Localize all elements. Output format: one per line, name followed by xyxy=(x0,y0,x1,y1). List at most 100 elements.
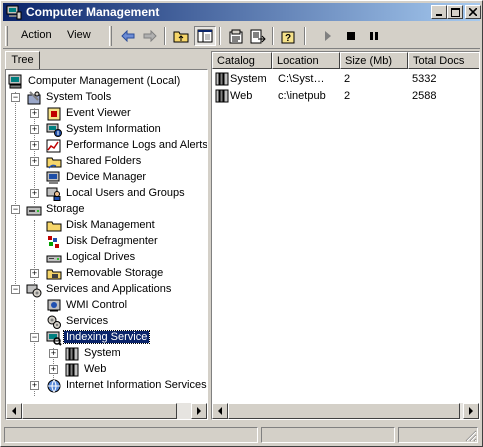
expand-toggle[interactable]: + xyxy=(49,349,58,358)
tree-item-removable-storage[interactable]: + Removable Storage xyxy=(6,266,206,282)
tree-item-event-viewer[interactable]: + Event Viewer xyxy=(6,106,206,122)
collapse-toggle[interactable]: − xyxy=(11,285,20,294)
tree-item-disk-defragmenter[interactable]: Disk Defragmenter xyxy=(6,234,206,250)
svg-text:?: ? xyxy=(285,33,291,44)
rebar-grip[interactable] xyxy=(109,26,112,46)
detail-horizontal-scrollbar[interactable] xyxy=(212,403,479,419)
cell-location: c:\inetpub xyxy=(278,90,326,102)
tree-item-disk-management[interactable]: Disk Management xyxy=(6,218,206,234)
tree-item-computer-management[interactable]: Computer Management (Local) xyxy=(6,74,206,90)
expand-toggle[interactable]: + xyxy=(30,269,39,278)
help-button[interactable]: ? xyxy=(278,26,300,46)
expand-toggle[interactable]: + xyxy=(30,109,39,118)
column-header-catalog[interactable]: Catalog xyxy=(212,52,272,69)
column-header-label: Location xyxy=(277,55,319,67)
resize-grip-icon[interactable] xyxy=(465,430,477,442)
drive-icon xyxy=(46,255,62,263)
minimize-icon xyxy=(436,14,442,16)
tree-item-system-tools[interactable]: − System Tools xyxy=(6,90,206,106)
minimize-button[interactable] xyxy=(431,5,447,19)
tree-item-catalog-web[interactable]: + Web xyxy=(6,362,206,378)
expand-toggle[interactable]: + xyxy=(30,125,39,134)
tab-tree[interactable]: Tree xyxy=(5,51,40,69)
column-header-total-docs[interactable]: Total Docs xyxy=(408,52,479,69)
tree-horizontal-scrollbar[interactable] xyxy=(6,403,207,419)
scroll-thumb[interactable] xyxy=(228,403,460,419)
tree-item-shared-folders[interactable]: + Shared Folders xyxy=(6,154,206,170)
view-menu[interactable]: View xyxy=(61,27,97,45)
pause-service-button[interactable] xyxy=(363,26,385,46)
tree-item-logical-drives[interactable]: Logical Drives xyxy=(6,250,206,266)
tree-item-iis[interactable]: + Internet Information Services xyxy=(6,378,207,394)
tree-item-label: Removable Storage xyxy=(66,267,164,279)
scroll-left-button[interactable] xyxy=(212,403,228,419)
tree-item-catalog-system[interactable]: + System xyxy=(6,346,206,362)
close-button[interactable] xyxy=(465,5,481,19)
column-header-label: Total Docs xyxy=(413,55,465,67)
tree-item-services[interactable]: Services xyxy=(6,314,206,330)
play-icon xyxy=(325,31,331,41)
tree-item-label: Indexing Service xyxy=(62,330,151,344)
column-header-location[interactable]: Location xyxy=(272,52,340,69)
up-one-level-button[interactable] xyxy=(170,26,192,46)
tree-item-indexing-service[interactable]: − Indexing Service xyxy=(6,330,206,346)
shared-folder-icon xyxy=(46,157,62,169)
removable-storage-icon xyxy=(46,269,62,280)
tree-item-label: Services xyxy=(66,315,109,327)
toolbar-separator xyxy=(164,27,166,45)
back-button[interactable] xyxy=(117,26,139,46)
expand-toggle[interactable]: + xyxy=(30,189,39,198)
maximize-button[interactable] xyxy=(447,5,463,19)
stop-service-button[interactable] xyxy=(340,26,362,46)
view-menu-label: View xyxy=(67,29,91,41)
collapse-toggle[interactable]: − xyxy=(11,93,20,102)
tree-item-system-information[interactable]: + System Information xyxy=(6,122,206,138)
cell-catalog: System xyxy=(230,73,267,85)
expand-toggle[interactable]: + xyxy=(30,157,39,166)
users-icon xyxy=(46,187,61,201)
properties-icon xyxy=(229,29,243,43)
back-arrow-icon xyxy=(121,30,135,42)
properties-button[interactable] xyxy=(225,26,247,46)
collapse-toggle[interactable]: − xyxy=(30,333,39,342)
tree-pane[interactable]: Computer Management (Local) − System Too… xyxy=(5,69,208,420)
iis-icon xyxy=(47,379,61,393)
tree-item-services-and-applications[interactable]: − Services and Applications xyxy=(6,282,206,298)
scroll-right-button[interactable] xyxy=(191,403,207,419)
tree-item-storage[interactable]: − Storage xyxy=(6,202,206,218)
action-menu[interactable]: Action xyxy=(15,27,58,45)
storage-icon xyxy=(26,206,42,216)
tree-item-wmi-control[interactable]: WMI Control xyxy=(6,298,206,314)
show-hide-tree-button[interactable] xyxy=(194,26,216,46)
expand-toggle[interactable]: + xyxy=(49,365,58,374)
action-menu-label: Action xyxy=(21,29,52,41)
pause-icon xyxy=(370,32,378,40)
expand-toggle[interactable]: + xyxy=(30,381,39,390)
menu-toolbar-row: Action View ? xyxy=(3,23,480,49)
column-header-size[interactable]: Size (Mb) xyxy=(340,52,408,69)
expand-toggle[interactable]: + xyxy=(30,141,39,150)
scroll-left-button[interactable] xyxy=(6,403,22,419)
export-list-icon xyxy=(250,29,266,43)
table-row[interactable]: Web c:\inetpub 2 2588 xyxy=(212,88,479,105)
defragmenter-icon xyxy=(48,236,59,248)
tree-item-device-manager[interactable]: Device Manager xyxy=(6,170,206,186)
tree-item-local-users[interactable]: + Local Users and Groups xyxy=(6,186,206,202)
cell-size: 2 xyxy=(344,73,351,85)
export-list-button[interactable] xyxy=(247,26,269,46)
table-row[interactable]: System C:\Syst… 2 5332 xyxy=(212,71,479,88)
collapse-toggle[interactable]: − xyxy=(11,205,20,214)
detail-pane[interactable]: Catalog Location Size (Mb) Total Docs Sy… xyxy=(211,51,480,420)
catalog-icon xyxy=(65,363,79,377)
scroll-right-button[interactable] xyxy=(463,403,479,419)
tree-item-performance-logs[interactable]: + Performance Logs and Alerts xyxy=(6,138,207,154)
performance-icon xyxy=(46,139,61,153)
column-header-label: Catalog xyxy=(217,55,255,67)
start-service-button[interactable] xyxy=(317,26,339,46)
scroll-thumb[interactable] xyxy=(22,403,177,419)
rebar-grip[interactable] xyxy=(5,26,8,46)
forward-button[interactable] xyxy=(139,26,161,46)
close-icon xyxy=(469,8,477,16)
maximize-icon xyxy=(450,7,460,17)
title-bar[interactable]: Computer Management xyxy=(3,3,481,21)
